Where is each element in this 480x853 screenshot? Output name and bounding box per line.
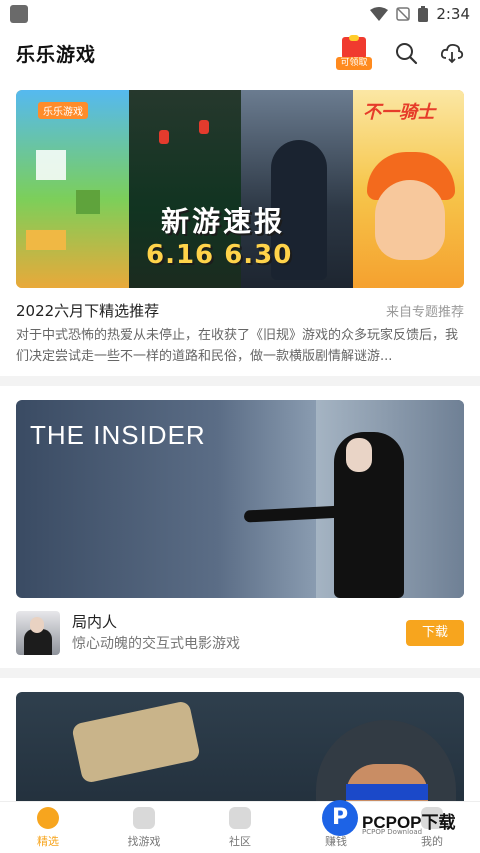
nav-label: 找游戏 <box>127 834 161 848</box>
pixel-block <box>76 190 100 214</box>
status-icons: 2:34 <box>370 5 470 23</box>
section-divider <box>0 376 480 386</box>
character-face <box>346 438 372 472</box>
status-bar: 2:34 <box>0 0 480 28</box>
game-banner-title: THE INSIDER <box>30 420 206 450</box>
section-divider <box>0 668 480 678</box>
lantern-icon <box>159 130 169 144</box>
status-time: 2:34 <box>436 5 470 23</box>
nav-item-find-games[interactable]: 找游戏 <box>96 802 192 853</box>
banner-dates: 6.16 6.30 <box>146 240 293 270</box>
nav-item-featured[interactable]: 精选 <box>0 802 96 853</box>
game-thumbnail[interactable] <box>16 611 60 655</box>
featured-source: 来自专题推荐 <box>385 305 464 320</box>
battery-icon <box>418 6 429 22</box>
app-header: 乐乐游戏 可领取 <box>0 28 480 78</box>
game-banner[interactable]: THE INSIDER <box>16 400 464 598</box>
thumbnail-face <box>30 617 44 633</box>
game-info: 局内人 惊心动魄的交互式电影游戏 <box>72 612 406 654</box>
cloud-download-icon[interactable] <box>440 41 464 65</box>
search-icon[interactable] <box>394 41 418 65</box>
gamepad-icon <box>133 806 155 829</box>
watermark-subtext: PCPOP Download <box>362 828 423 836</box>
wifi-icon <box>370 7 389 21</box>
watermark-icon: P <box>322 800 358 836</box>
app-title: 乐乐游戏 <box>16 43 97 66</box>
no-signal-icon <box>396 7 411 21</box>
gift-label: 可领取 <box>336 57 372 70</box>
banner-panel-cartoon-game: 不一骑士 <box>353 90 464 288</box>
mech-figure <box>71 700 201 784</box>
game-description: 惊心动魄的交互式电影游戏 <box>72 636 240 652</box>
download-button[interactable]: 下载 <box>406 620 464 646</box>
game-name: 局内人 <box>72 613 118 631</box>
character-face <box>375 180 445 260</box>
notification-icon <box>10 5 28 23</box>
pixel-block <box>26 230 66 250</box>
banner-panel-pixel-game: 乐乐游戏 <box>16 90 129 288</box>
nav-label: 社区 <box>229 834 251 848</box>
featured-description: 对于中式恐怖的热爱从未停止，在收获了《旧规》游戏的众多玩家反馈后，我们决定尝试走… <box>16 328 459 364</box>
featured-title[interactable]: 2022六月下精选推荐 <box>16 300 159 321</box>
app-screen: 2:34 乐乐游戏 可领取 乐乐游戏 不一骑士 新游速报 6.16 6.30 2… <box>0 0 480 853</box>
war-paint <box>346 784 428 800</box>
featured-banner[interactable]: 乐乐游戏 不一骑士 新游速报 6.16 6.30 <box>16 90 464 288</box>
lantern-icon <box>199 120 209 134</box>
header-actions: 可领取 <box>336 35 464 71</box>
banner-logo: 乐乐游戏 <box>38 102 88 119</box>
nav-label: 精选 <box>37 834 59 848</box>
chat-icon <box>229 806 251 829</box>
gift-button[interactable]: 可领取 <box>336 35 372 71</box>
game-brand-text: 不一骑士 <box>363 102 435 123</box>
star-icon <box>37 806 59 829</box>
banner-headline: 新游速报 <box>161 205 286 238</box>
nav-item-community[interactable]: 社区 <box>192 802 288 853</box>
gift-bow <box>349 35 359 41</box>
game-list-item[interactable]: 局内人 惊心动魄的交互式电影游戏 下载 <box>16 610 464 656</box>
pixel-block <box>36 150 66 180</box>
watermark-logo: P PCPOP下载 PCPOP Download <box>322 800 472 846</box>
